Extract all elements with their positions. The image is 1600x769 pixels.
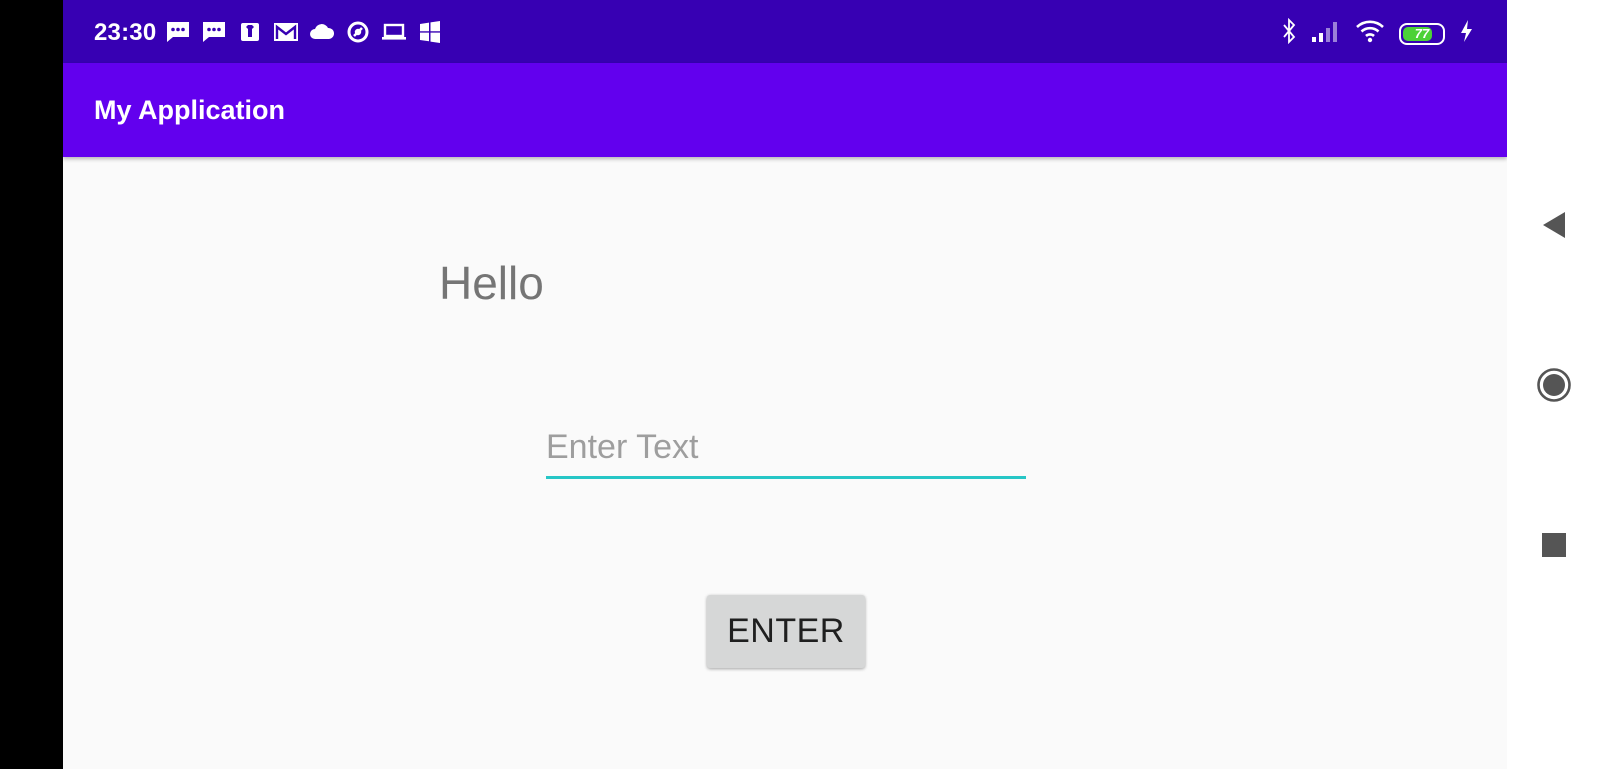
wifi-icon [1355,19,1385,48]
enter-button[interactable]: ENTER [707,595,865,668]
recents-icon[interactable] [1529,520,1579,570]
cloud-icon [308,20,335,44]
sms-icon [164,20,191,44]
battery-icon: 77 [1399,22,1445,45]
text-input[interactable] [546,424,1026,479]
sms-icon [200,20,227,44]
gmail-icon [272,20,299,44]
notification-icons [164,20,443,44]
data-saver-icon [344,20,371,44]
charging-icon [1459,19,1473,48]
shirt-app-icon [236,20,263,44]
app-screen: 23:30 77 My Application Hello Enter Text… [63,0,1507,769]
laptop-icon [380,20,407,44]
signal-icon [1311,19,1341,48]
home-icon[interactable] [1529,360,1579,410]
app-title: My Application [94,95,286,125]
app-bar: My Application [63,63,1507,157]
system-icons: 77 [1281,17,1473,49]
bluetooth-icon [1281,17,1297,49]
battery-level: 77 [1414,26,1430,41]
display-cutout [0,0,63,769]
back-icon[interactable] [1529,200,1579,250]
status-time: 23:30 [94,19,157,46]
navigation-bar [1507,0,1600,769]
status-bar: 23:30 77 [63,0,1507,63]
windows-icon [416,20,443,44]
greeting-text: Hello [439,257,544,309]
